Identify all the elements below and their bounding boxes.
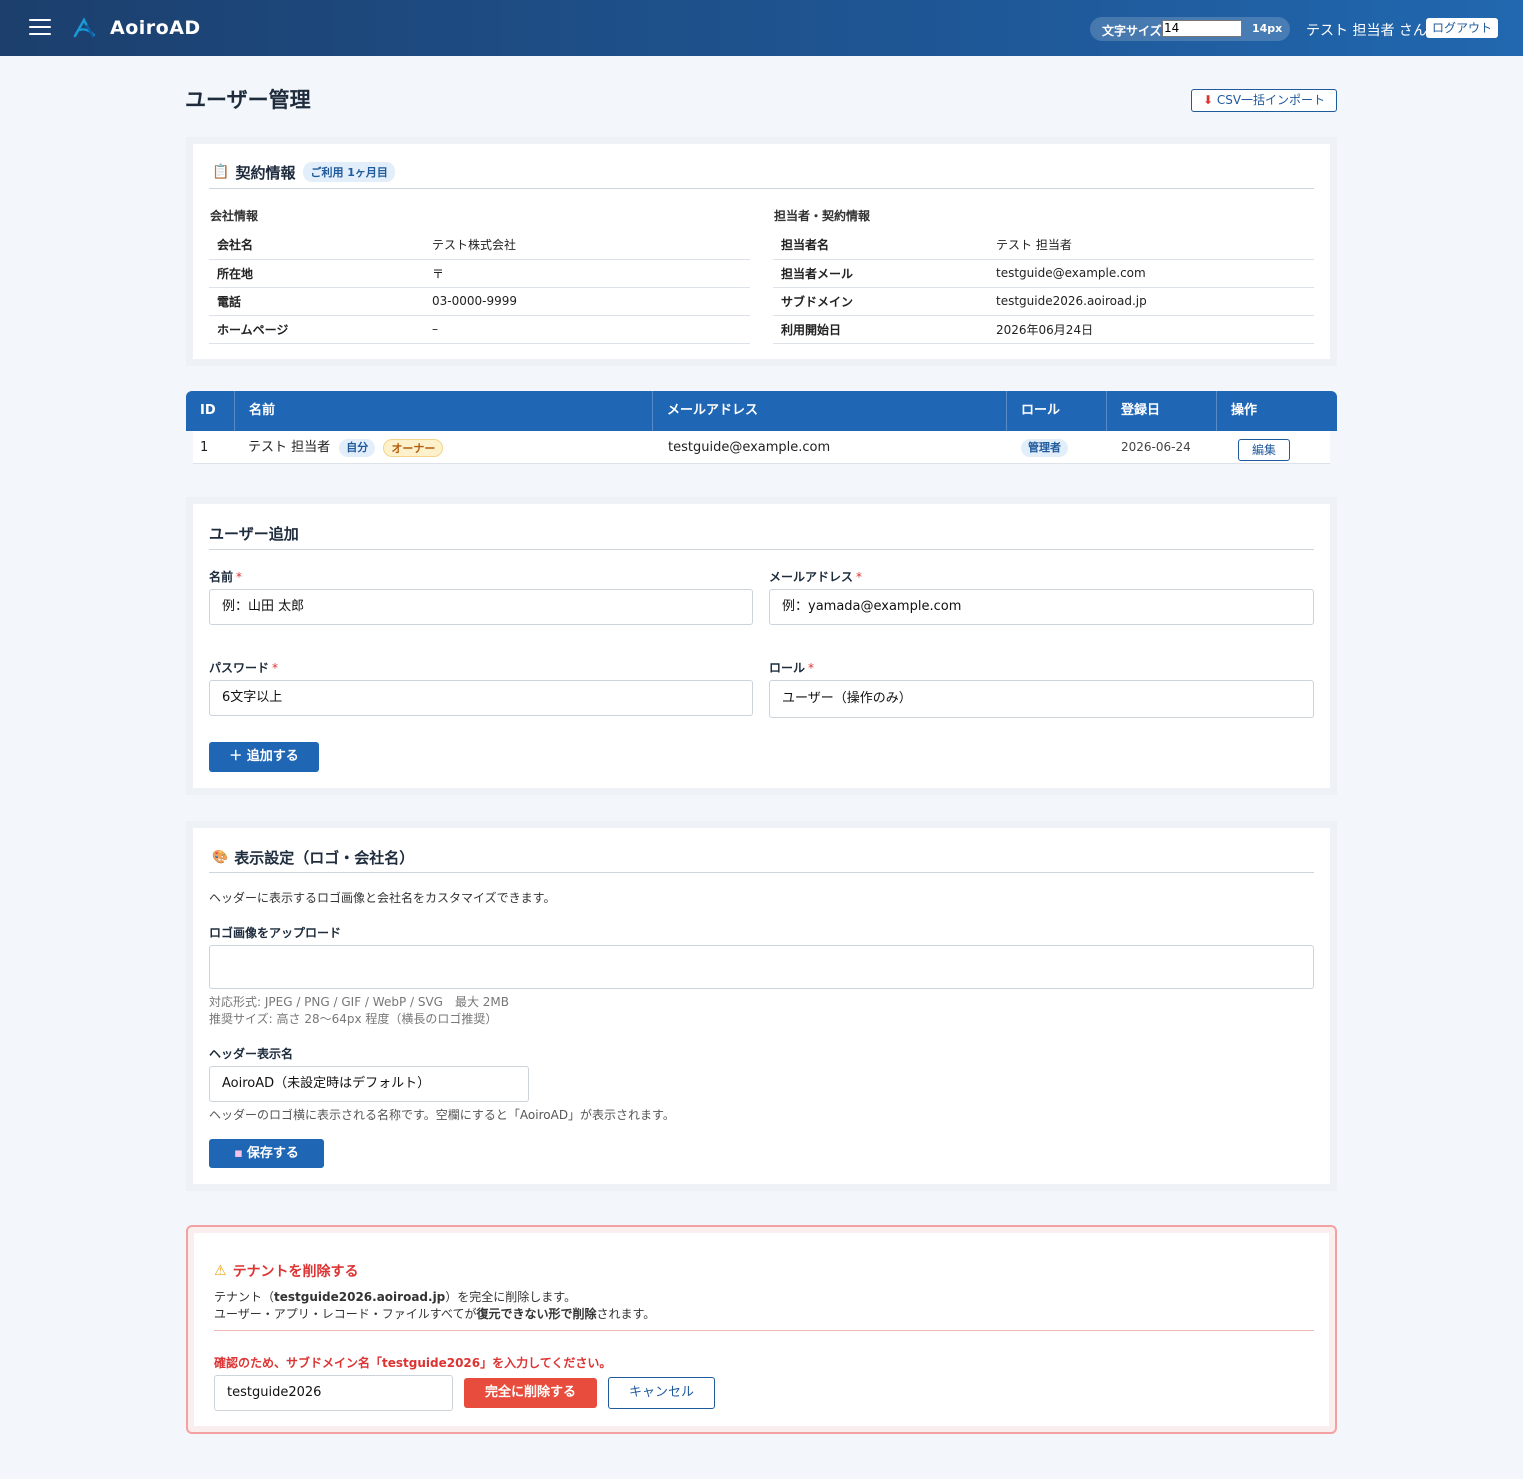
current-user-name: テスト 担当者 さん bbox=[1306, 23, 1427, 39]
clipboard-icon: 📋 bbox=[212, 164, 230, 180]
company-row: ホームページ – bbox=[209, 315, 750, 344]
header-name-input[interactable]: AoiroAD（未設定時はデフォルト） bbox=[209, 1066, 529, 1102]
delete-tenant-description: テナント（testguide2026.aoiroad.jp）を完全に削除します。… bbox=[214, 1289, 655, 1323]
usage-badge: ご利用 1ヶ月目 bbox=[303, 162, 395, 182]
contact-heading: 担当者・契約情報 bbox=[774, 209, 871, 223]
add-user-divider bbox=[209, 549, 1314, 550]
page-title: ユーザー管理 bbox=[185, 88, 311, 112]
password-input[interactable]: 6文字以上 bbox=[209, 680, 753, 716]
company-row: 電話 03-0000-9999 bbox=[209, 287, 750, 316]
font-size-input[interactable]: 14 bbox=[1162, 20, 1242, 37]
user-role-cell: 管理者 bbox=[1021, 431, 1068, 464]
contact-info-table: 担当者名 テスト 担当者 担当者メール testguide@example.com … bbox=[773, 231, 1314, 344]
cancel-button[interactable]: キャンセル bbox=[608, 1377, 715, 1409]
save-button[interactable]: ▪ 保存する bbox=[209, 1139, 324, 1168]
user-email: testguide@example.com bbox=[668, 440, 831, 455]
email-label: メールアドレス * bbox=[769, 570, 863, 584]
csv-import-label: CSV一括インポート bbox=[1216, 93, 1326, 107]
contact-row: 利用開始日 2026年06月24日 bbox=[773, 315, 1314, 344]
delete-confirm-instruction: 確認のため、サブドメイン名「testguide2026」を入力してください。 bbox=[214, 1356, 612, 1370]
add-user-button[interactable]: ＋ 追加する bbox=[209, 742, 319, 772]
contract-title: 契約情報 bbox=[235, 163, 296, 182]
logout-button[interactable]: ログアウト bbox=[1426, 18, 1498, 38]
delete-tenant-title: テナントを削除する bbox=[232, 1264, 359, 1280]
delete-tenant-button[interactable]: 完全に削除する bbox=[464, 1378, 597, 1408]
column-header-id: ID bbox=[186, 391, 235, 431]
company-row: 所在地〒 bbox=[209, 259, 750, 288]
users-table-header: ID 名前 メールアドレス ロール 登録日 操作 bbox=[186, 391, 1337, 431]
contract-info-card: 📋 契約情報 ご利用 1ヶ月目 会社情報 会社名 テスト株式会社 所在地〒 電話 0… bbox=[193, 144, 1330, 359]
role-label: ロール * bbox=[769, 661, 815, 675]
display-title-row: 🎨 表示設定（ロゴ・会社名） bbox=[212, 847, 414, 868]
role-select[interactable]: ユーザー（操作のみ） bbox=[769, 680, 1314, 718]
header-name-help: ヘッダーのロゴ横に表示される名称です。空欄にすると「AoiroAD」が表示されま… bbox=[209, 1108, 675, 1122]
confirm-subdomain-input[interactable]: testguide2026 bbox=[214, 1375, 453, 1411]
font-size-control: 文字サイズ 14 14px bbox=[1090, 17, 1290, 41]
delete-description-line1: テナント（testguide2026.aoiroad.jp）を完全に削除します。 bbox=[214, 1290, 577, 1304]
contact-row: 担当者名 テスト 担当者 bbox=[773, 231, 1314, 260]
logo-file-input[interactable] bbox=[209, 945, 1314, 989]
add-user-card: ユーザー追加 名前 * 例：山田 太郎 メールアドレス * 例：yamada@exa… bbox=[193, 504, 1330, 788]
font-size-value: 14px bbox=[1252, 22, 1283, 35]
user-name-cell: テスト 担当者 自分 オーナー bbox=[248, 431, 444, 464]
csv-import-button[interactable]: ⬇ CSV一括インポート bbox=[1191, 89, 1337, 112]
user-id: 1 bbox=[200, 440, 209, 455]
contact-row: 担当者メール testguide@example.com bbox=[773, 259, 1314, 288]
danger-divider bbox=[214, 1330, 1314, 1331]
top-header: AoiroAD 文字サイズ 14 14px テスト 担当者 さん ログアウト bbox=[0, 0, 1523, 56]
email-input[interactable]: 例：yamada@example.com bbox=[769, 589, 1314, 625]
column-header-actions: 操作 bbox=[1231, 403, 1258, 418]
edit-user-button[interactable]: 編集 bbox=[1238, 439, 1290, 461]
table-row: 1 テスト 担当者 自分 オーナー testguide@example.com … bbox=[193, 431, 1330, 464]
display-settings-card: 🎨 表示設定（ロゴ・会社名） ヘッダーに表示するロゴ画像と会社名をカスタマイズで… bbox=[193, 828, 1330, 1184]
display-description: ヘッダーに表示するロゴ画像と会社名をカスタマイズできます。 bbox=[209, 891, 556, 905]
role-badge: 管理者 bbox=[1021, 438, 1068, 457]
delete-description-line2: ユーザー・アプリ・レコード・ファイルすべてが復元できない形で削除されます。 bbox=[214, 1307, 656, 1321]
column-header-role: ロール bbox=[1007, 391, 1107, 431]
display-title: 表示設定（ロゴ・会社名） bbox=[234, 849, 415, 867]
column-header-registered: 登録日 bbox=[1107, 391, 1217, 431]
upload-icon: ⬇ bbox=[1202, 93, 1213, 107]
column-header-name: 名前 bbox=[235, 391, 653, 431]
add-user-title: ユーザー追加 bbox=[209, 525, 299, 543]
name-label: 名前 * bbox=[209, 570, 243, 584]
user-name: テスト 担当者 bbox=[248, 440, 331, 455]
self-badge: 自分 bbox=[339, 438, 376, 457]
delete-tenant-inner: ⚠ テナントを削除する テナント（testguide2026.aoiroad.j… bbox=[194, 1233, 1329, 1426]
warning-icon: ⚠ bbox=[214, 1263, 227, 1279]
contract-title-row: 📋 契約情報 ご利用 1ヶ月目 bbox=[212, 162, 395, 182]
column-header-email: メールアドレス bbox=[653, 391, 1007, 431]
header-name-label: ヘッダー表示名 bbox=[209, 1047, 294, 1061]
logo-icon bbox=[73, 17, 96, 38]
company-info-table: 会社名 テスト株式会社 所在地〒 電話 03-0000-9999 ホームページ – bbox=[209, 231, 750, 344]
users-table: ID 名前 メールアドレス ロール 登録日 操作 1 テスト 担当者 自分 オー… bbox=[186, 391, 1337, 470]
owner-badge: オーナー bbox=[383, 438, 444, 457]
contract-divider bbox=[209, 188, 1314, 189]
logo-formats-text: 対応形式: JPEG / PNG / GIF / WebP / SVG 最大 2… bbox=[209, 995, 510, 1009]
brand-name: AoiroAD bbox=[110, 17, 201, 39]
delete-tenant-card: ⚠ テナントを削除する テナント（testguide2026.aoiroad.j… bbox=[186, 1225, 1337, 1434]
name-input[interactable]: 例：山田 太郎 bbox=[209, 589, 753, 625]
font-size-label: 文字サイズ bbox=[1102, 24, 1162, 38]
password-label: パスワード * bbox=[209, 661, 279, 675]
menu-icon[interactable] bbox=[29, 19, 51, 37]
logo-upload-label: ロゴ画像をアップロード bbox=[209, 926, 342, 940]
company-heading: 会社情報 bbox=[210, 209, 259, 223]
company-row: 会社名 テスト株式会社 bbox=[209, 231, 750, 260]
logo-recommended-text: 推奨サイズ: 高さ 28〜64px 程度（横長のロゴ推奨） bbox=[209, 1012, 498, 1026]
display-divider bbox=[209, 872, 1314, 873]
save-button-label: 保存する bbox=[246, 1146, 299, 1161]
user-registered: 2026-06-24 bbox=[1121, 440, 1191, 454]
palette-icon: 🎨 bbox=[212, 850, 229, 865]
delete-tenant-title-row: ⚠ テナントを削除する bbox=[214, 1261, 359, 1281]
save-icon: ▪ bbox=[234, 1146, 243, 1161]
contact-row: サブドメイン testguide2026.aoiroad.jp bbox=[773, 287, 1314, 316]
